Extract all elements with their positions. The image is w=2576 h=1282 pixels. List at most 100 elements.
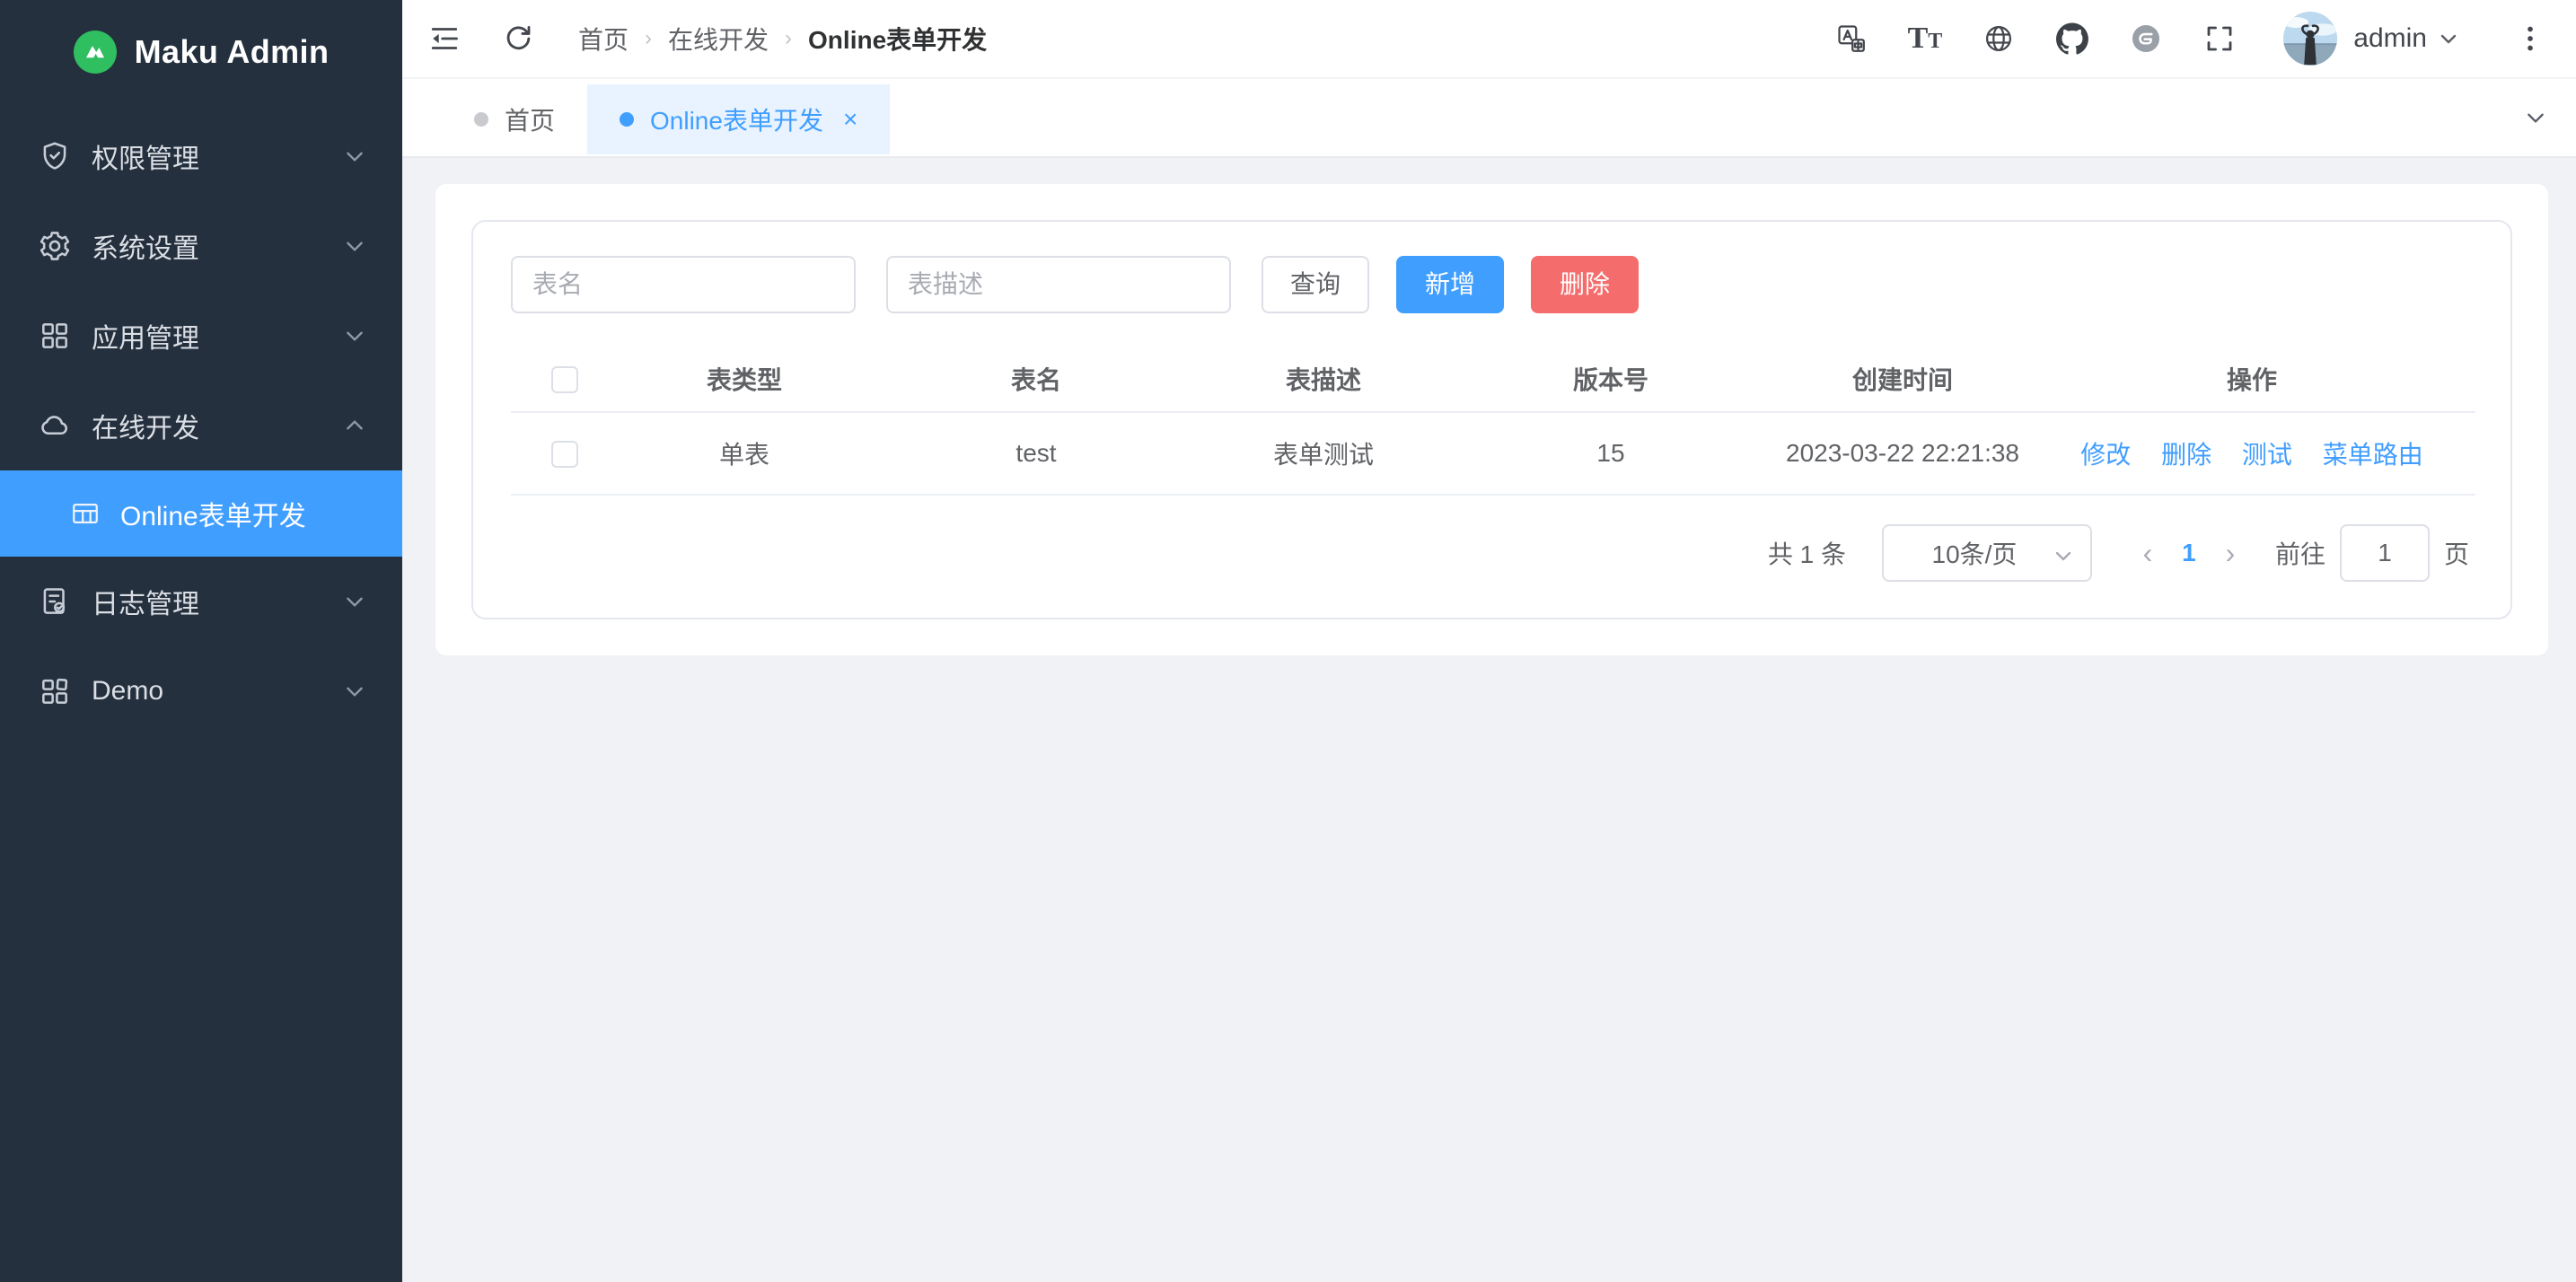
gear-icon — [38, 229, 72, 263]
sidebar-item-permission[interactable]: 权限管理 — [0, 111, 402, 201]
breadcrumb-online-dev[interactable]: 在线开发 — [668, 21, 769, 57]
chevron-down-icon — [343, 324, 366, 347]
sidebar-item-apps[interactable]: 应用管理 — [0, 291, 402, 381]
cell-version: 15 — [1445, 412, 1777, 495]
cell-table-desc: 表单测试 — [1202, 412, 1445, 495]
user-menu[interactable]: admin — [2283, 12, 2459, 66]
topbar-actions: TT — [1834, 12, 2547, 66]
app-logo[interactable]: Maku Admin — [0, 11, 402, 93]
username: admin — [2353, 23, 2427, 54]
avatar — [2283, 12, 2337, 66]
refresh-icon[interactable] — [501, 22, 535, 56]
cell-created: 2023-03-22 22:21:38 — [1777, 412, 2028, 495]
sidebar-item-label: 权限管理 — [92, 136, 343, 176]
chevron-down-icon — [2053, 544, 2074, 566]
column-header: 表类型 — [619, 346, 870, 412]
sidebar: Maku Admin 权限管理 系统设置 — [0, 0, 402, 1282]
query-toolbar: 查询 新增 删除 — [511, 256, 2473, 313]
logo-mountain-icon — [74, 31, 117, 74]
table-header-row: 表类型 表名 表描述 版本号 创建时间 操作 — [511, 346, 2475, 412]
table-row: 单表 test 表单测试 15 2023-03-22 22:21:38 修改 删… — [511, 412, 2475, 495]
goto-page-input[interactable] — [2340, 524, 2430, 582]
next-page-icon[interactable]: › — [2211, 537, 2250, 570]
sidebar-item-system[interactable]: 系统设置 — [0, 201, 402, 291]
font-size-icon[interactable]: TT — [1908, 23, 1943, 54]
chevron-down-icon — [343, 680, 366, 703]
chevron-down-icon — [343, 145, 366, 168]
tab-label: Online表单开发 — [650, 101, 823, 137]
sidebar-item-label: Demo — [92, 676, 343, 707]
sidebar-item-demo[interactable]: Demo — [0, 646, 402, 736]
total-count: 共 1 条 — [1768, 535, 1846, 571]
app-root: Maku Admin 权限管理 系统设置 — [0, 0, 2576, 1282]
cell-table-name: test — [870, 412, 1202, 495]
menu-route-link[interactable]: 菜单路由 — [2323, 441, 2423, 469]
column-header: 版本号 — [1445, 346, 1777, 412]
add-button[interactable]: 新增 — [1396, 256, 1504, 313]
test-link[interactable]: 测试 — [2242, 441, 2292, 469]
content-panel: 查询 新增 删除 表类型 表名 表描述 — [435, 184, 2548, 655]
breadcrumb-home[interactable]: 首页 — [578, 21, 629, 57]
table-name-input[interactable] — [511, 256, 856, 313]
fullscreen-icon[interactable] — [2202, 22, 2237, 56]
page-size-value: 10条/页 — [1932, 535, 2018, 571]
sidebar-subitem-online-form[interactable]: Online表单开发 — [0, 470, 402, 557]
chevron-down-icon — [343, 234, 366, 258]
sidebar-item-online-dev[interactable]: 在线开发 — [0, 381, 402, 470]
delete-link[interactable]: 删除 — [2161, 441, 2211, 469]
cell-table-type: 单表 — [619, 412, 870, 495]
column-header: 创建时间 — [1777, 346, 2028, 412]
breadcrumb: 首页 › 在线开发 › Online表单开发 — [578, 21, 987, 57]
gitee-icon[interactable] — [2129, 22, 2163, 56]
sidebar-item-label: 在线开发 — [92, 406, 343, 445]
table-icon — [70, 498, 101, 529]
kebab-menu-icon[interactable] — [2513, 22, 2547, 56]
chevron-up-icon — [343, 414, 366, 437]
layout-icon — [38, 674, 72, 708]
sidebar-fold-icon[interactable] — [427, 22, 462, 56]
github-icon[interactable] — [2055, 22, 2089, 56]
shield-check-icon — [38, 139, 72, 173]
search-button[interactable]: 查询 — [1262, 256, 1369, 313]
chevron-down-icon — [2438, 28, 2459, 49]
page-size-select[interactable]: 10条/页 — [1882, 524, 2092, 582]
tab-bar: 首页 Online表单开发 × — [402, 79, 2576, 158]
app-title: Maku Admin — [135, 33, 330, 71]
data-card: 查询 新增 删除 表类型 表名 表描述 — [471, 220, 2512, 619]
cloud-icon — [38, 408, 72, 443]
main-column: 首页 › 在线开发 › Online表单开发 TT — [402, 0, 2576, 1282]
page-content: 查询 新增 删除 表类型 表名 表描述 — [402, 158, 2576, 1282]
sidebar-subitem-label: Online表单开发 — [120, 494, 306, 533]
page-number[interactable]: 1 — [2167, 539, 2211, 567]
row-checkbox[interactable] — [551, 441, 578, 468]
row-checkbox-cell — [511, 412, 619, 495]
page-unit-label: 页 — [2444, 535, 2469, 571]
goto-label: 前往 — [2275, 535, 2325, 571]
top-bar: 首页 › 在线开发 › Online表单开发 TT — [402, 0, 2576, 79]
column-header: 操作 — [2028, 346, 2475, 412]
column-header: 表描述 — [1202, 346, 1445, 412]
delete-button[interactable]: 删除 — [1531, 256, 1639, 313]
grid-icon — [38, 319, 72, 353]
tab-online-form[interactable]: Online表单开发 × — [587, 84, 890, 154]
log-check-icon — [38, 584, 72, 619]
tab-close-icon[interactable]: × — [843, 107, 857, 132]
sidebar-item-logs[interactable]: 日志管理 — [0, 557, 402, 646]
tabs-dropdown-icon[interactable] — [2524, 79, 2547, 156]
tab-dot-icon — [620, 112, 634, 127]
sidebar-item-label: 系统设置 — [92, 226, 343, 266]
edit-link[interactable]: 修改 — [2080, 441, 2131, 469]
globe-icon[interactable] — [1982, 22, 2016, 56]
translate-icon[interactable] — [1834, 22, 1868, 56]
chevron-down-icon — [343, 590, 366, 613]
breadcrumb-separator: › — [785, 26, 792, 51]
sidebar-item-label: 应用管理 — [92, 316, 343, 356]
data-table: 表类型 表名 表描述 版本号 创建时间 操作 单表 — [511, 346, 2475, 496]
prev-page-icon[interactable]: ‹ — [2128, 537, 2167, 570]
header-checkbox-cell — [511, 346, 619, 412]
tab-home[interactable]: 首页 — [442, 84, 587, 154]
sidebar-item-label: 日志管理 — [92, 582, 343, 621]
column-header: 表名 — [870, 346, 1202, 412]
table-desc-input[interactable] — [886, 256, 1231, 313]
select-all-checkbox[interactable] — [551, 366, 578, 393]
